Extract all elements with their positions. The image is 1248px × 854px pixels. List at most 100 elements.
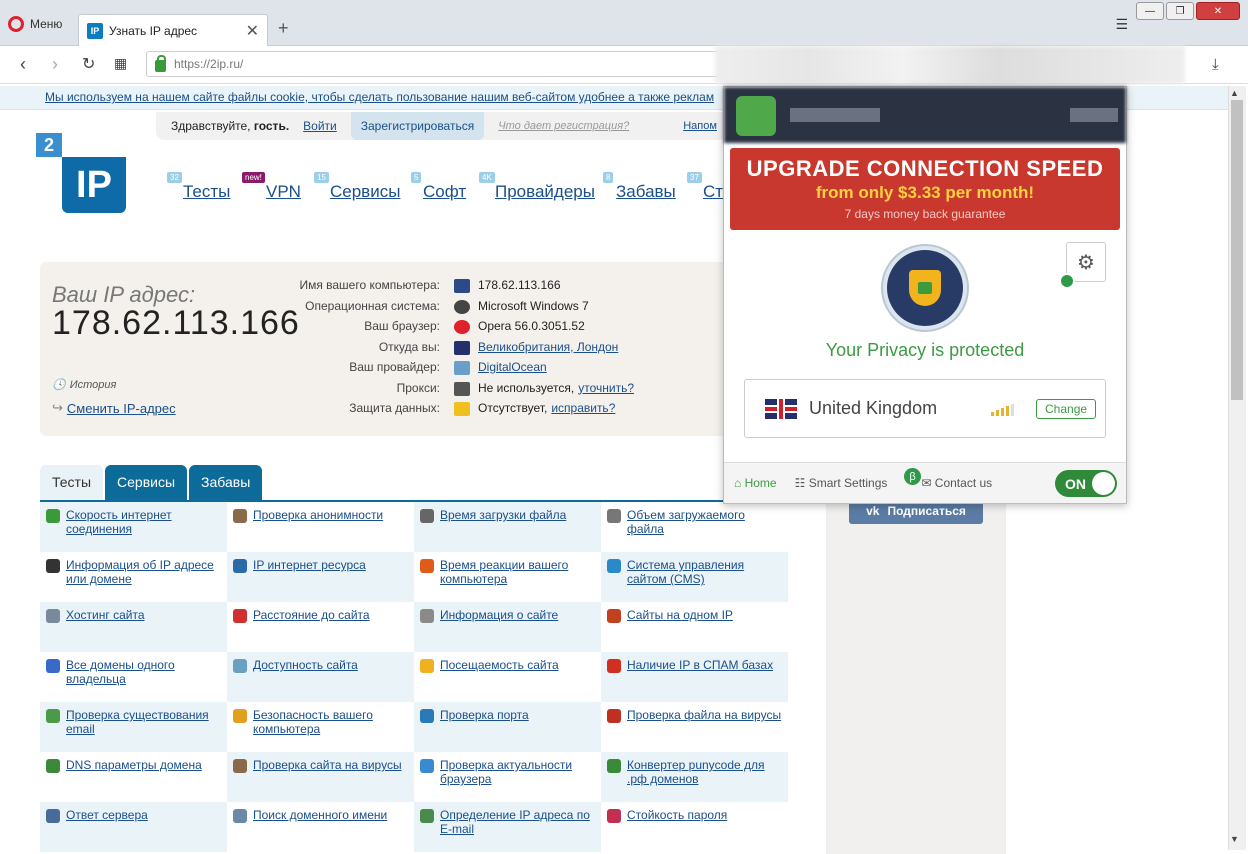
test-link[interactable]: Объем загружаемого файла [627, 508, 784, 552]
section-tab[interactable]: Тесты [40, 465, 104, 501]
window-controls: — ❐ ✕ [1136, 2, 1240, 20]
test-link[interactable]: Время реакции вашего компьютера [440, 558, 597, 602]
test-link[interactable]: Информация о сайте [440, 608, 558, 652]
test-link[interactable]: Сайты на одном IP [627, 608, 733, 652]
test-link[interactable]: Проверка анонимности [253, 508, 383, 552]
test-icon [46, 709, 60, 723]
nav-link[interactable]: Сервисы [330, 182, 400, 202]
change-location-button[interactable]: Change [1036, 398, 1097, 419]
test-link[interactable]: Все домены одного владельца [66, 658, 223, 702]
location-selector[interactable]: United Kingdom Change [744, 379, 1106, 438]
vpn-header-title [790, 108, 880, 122]
test-item: DNS параметры домена [40, 752, 227, 802]
login-link[interactable]: Войти [303, 119, 337, 133]
greeting: Здравствуйте, гость. [171, 119, 290, 133]
info-extra-link[interactable]: исправить? [551, 401, 615, 415]
computer-icon [454, 279, 470, 293]
test-link[interactable]: Расстояние до сайта [253, 608, 370, 652]
shield-icon [909, 270, 941, 306]
test-link[interactable]: Определение IP адреса по E-mail [440, 808, 597, 852]
section-tab[interactable]: Забавы [189, 465, 263, 501]
section-tabs: Тесты Сервисы Забавы [40, 465, 263, 501]
test-link[interactable]: Информация об IP адресе или домене [66, 558, 223, 602]
test-item: Проверка сайта на вирусы [227, 752, 414, 802]
address-field[interactable]: https://2ip.ru/ [146, 51, 726, 77]
test-icon [420, 709, 434, 723]
speed-dial-icon[interactable]: ▦ [114, 55, 127, 72]
nav-link[interactable]: VPN [266, 182, 301, 202]
test-item: Стойкость пароля [601, 802, 788, 852]
nav-badge: 32 [167, 172, 182, 183]
scroll-down-icon[interactable]: ▼ [1230, 834, 1239, 844]
new-tab-icon[interactable]: + [278, 18, 289, 39]
test-link[interactable]: Скорость интернет соединения [66, 508, 223, 552]
test-link[interactable]: Проверка порта [440, 708, 529, 752]
test-link[interactable]: Проверка актуальности браузера [440, 758, 597, 802]
test-link[interactable]: Доступность сайта [253, 658, 358, 702]
info-value: Не используется, уточнить? [478, 380, 635, 395]
info-label: Откуда вы: [378, 339, 440, 354]
test-item: Скорость интернет соединения [40, 502, 227, 552]
scrollbar-thumb[interactable] [1231, 100, 1243, 400]
test-link[interactable]: Стойкость пароля [627, 808, 727, 852]
test-icon [420, 509, 434, 523]
vpn-header [724, 87, 1126, 143]
test-icon [233, 709, 247, 723]
test-link[interactable]: Система управления сайтом (CMS) [627, 558, 784, 602]
tests-grid: Скорость интернет соединения Проверка ано… [40, 502, 790, 852]
nav-link[interactable]: Забавы [616, 182, 676, 202]
minimize-icon[interactable]: — [1136, 2, 1164, 20]
remind-link[interactable]: Напом [683, 120, 717, 132]
section-tab[interactable]: Сервисы [105, 465, 188, 501]
logo-2[interactable]: 2 [36, 133, 62, 157]
scroll-up-icon[interactable]: ▲ [1230, 88, 1239, 98]
test-link[interactable]: IP интернет ресурса [253, 558, 366, 602]
test-link[interactable]: Наличие IP в СПАМ базах [627, 658, 773, 702]
maximize-icon[interactable]: ❐ [1166, 2, 1194, 20]
upgrade-banner[interactable]: UPGRADE CONNECTION SPEED from only $3.33… [730, 148, 1120, 230]
test-link[interactable]: DNS параметры домена [66, 758, 202, 802]
test-icon [420, 659, 434, 673]
info-value: DigitalOcean [478, 360, 547, 374]
window-close-icon[interactable]: ✕ [1196, 2, 1240, 20]
test-link[interactable]: Ответ сервера [66, 808, 148, 852]
opera-menu-button[interactable]: Меню [8, 14, 62, 34]
test-item: Информация о сайте [414, 602, 601, 652]
test-link[interactable]: Проверка файла на вирусы [627, 708, 781, 752]
info-extra-link[interactable]: уточнить? [578, 381, 634, 395]
banner-title: UPGRADE CONNECTION SPEED [746, 156, 1104, 181]
test-link[interactable]: Проверка сайта на вирусы [253, 758, 402, 802]
register-button[interactable]: Зарегистрироваться [350, 112, 485, 140]
test-icon [607, 809, 621, 823]
lock-icon [918, 282, 932, 294]
toggle-knob[interactable] [1092, 472, 1115, 495]
back-icon[interactable]: ‹ [20, 54, 26, 75]
smart-settings-tab[interactable]: ☷ Smart Settings [795, 476, 888, 490]
test-icon [420, 559, 434, 573]
tab-close-icon[interactable]: ✕ [246, 21, 259, 41]
nav-link[interactable]: Софт [423, 182, 466, 202]
logo-ip[interactable]: IP [62, 157, 126, 213]
test-link[interactable]: Хостинг сайта [66, 608, 145, 652]
home-tab[interactable]: ⌂ Home [734, 476, 777, 490]
forward-icon[interactable]: › [52, 54, 58, 75]
contact-us-tab[interactable]: ✉ Contact us [921, 476, 992, 490]
tab-menu-icon[interactable]: ☰ [1115, 16, 1128, 33]
test-link[interactable]: Поиск доменного имени [253, 808, 387, 852]
cloud-icon [454, 361, 470, 375]
browser-tab[interactable]: IP Узнать IP адрес ✕ [78, 14, 268, 46]
info-label: Ваш браузер: [364, 319, 440, 333]
cookie-link[interactable]: Мы используем на нашем сайте файлы cooki… [45, 90, 714, 104]
test-link[interactable]: Безопасность вашего компьютера [253, 708, 410, 752]
what-reg-link[interactable]: Что дает регистрация? [498, 120, 629, 132]
nav-link[interactable]: Провайдеры [495, 182, 595, 202]
test-link[interactable]: Проверка существования email [66, 708, 223, 752]
test-icon [46, 509, 60, 523]
test-icon [607, 659, 621, 673]
test-link[interactable]: Время загрузки файла [440, 508, 566, 552]
download-icon[interactable]: ⤓ [1212, 56, 1219, 73]
nav-link[interactable]: Тесты [183, 182, 230, 202]
test-link[interactable]: Конвертер punycode для .рф доменов [627, 758, 784, 802]
reload-icon[interactable]: ↻ [82, 54, 95, 74]
test-link[interactable]: Посещаемость сайта [440, 658, 559, 702]
